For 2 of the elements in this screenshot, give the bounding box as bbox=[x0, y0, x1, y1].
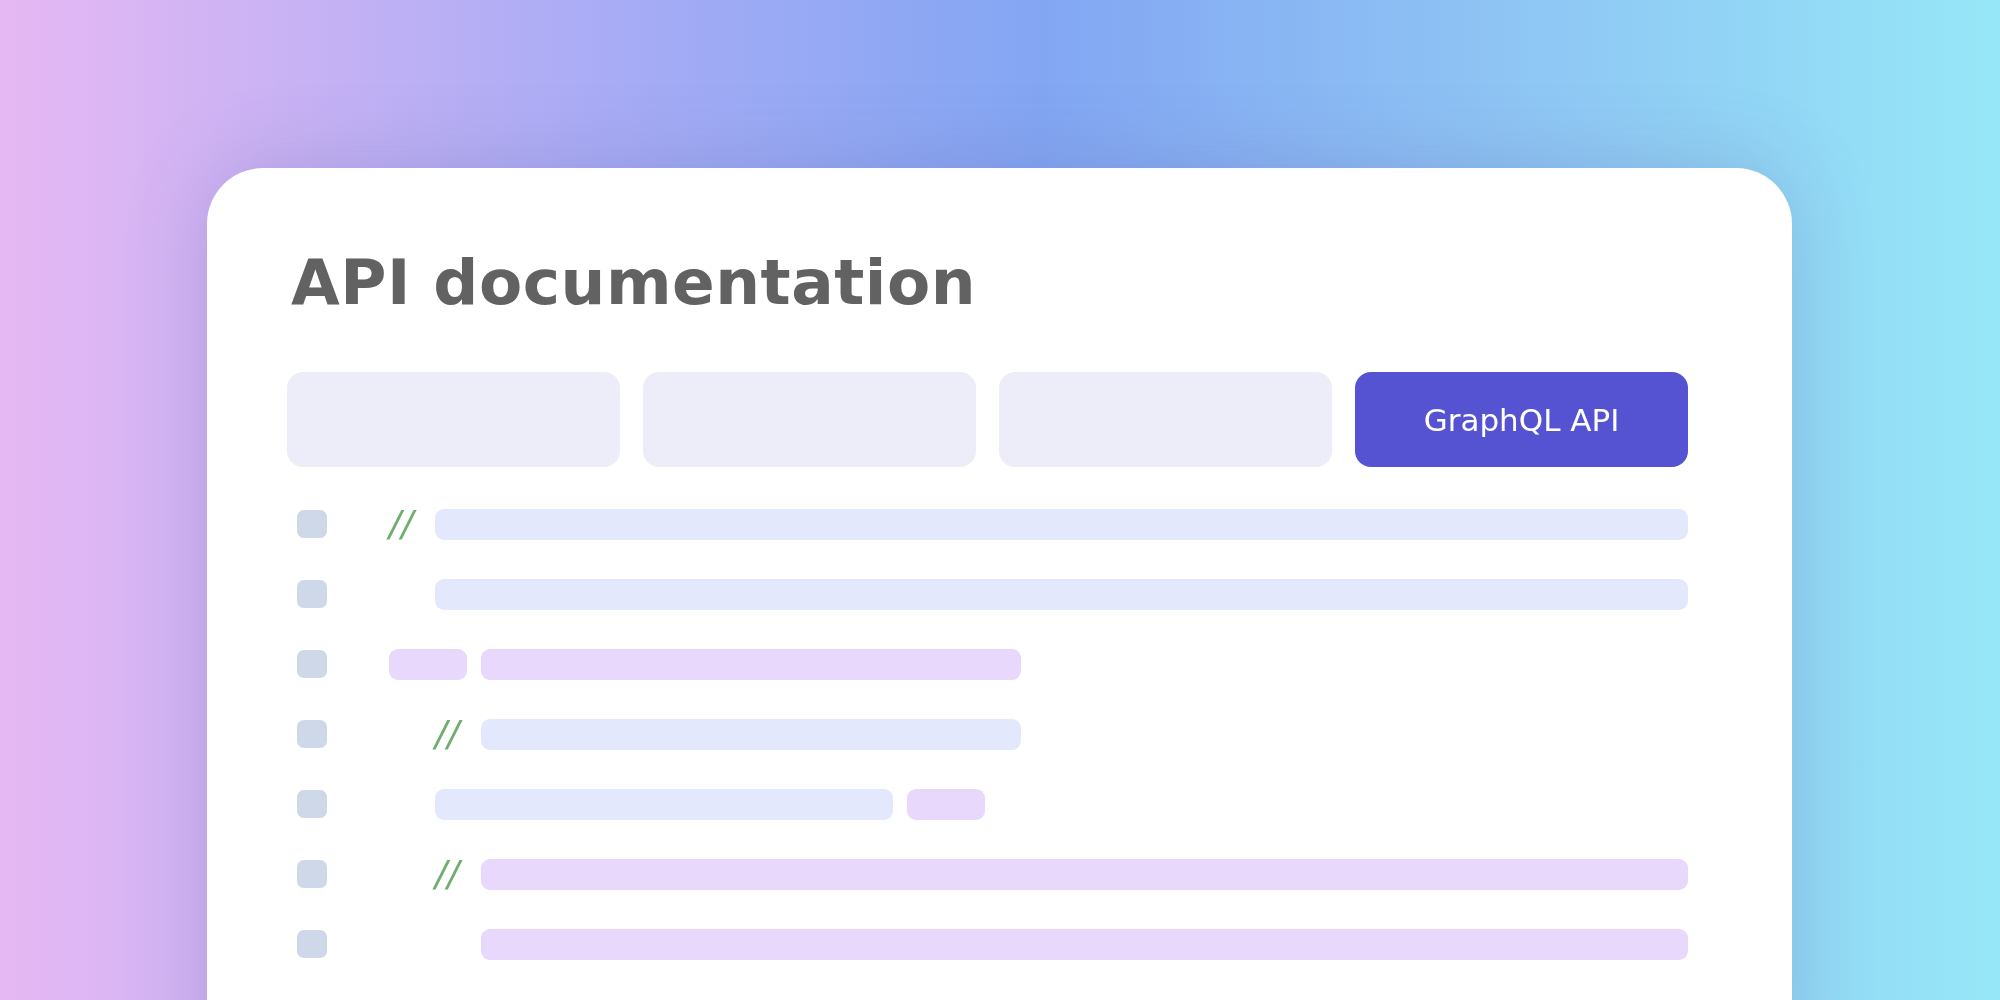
page-title: API documentation bbox=[291, 247, 978, 319]
tab[interactable]: GraphQL API bbox=[1355, 372, 1688, 467]
